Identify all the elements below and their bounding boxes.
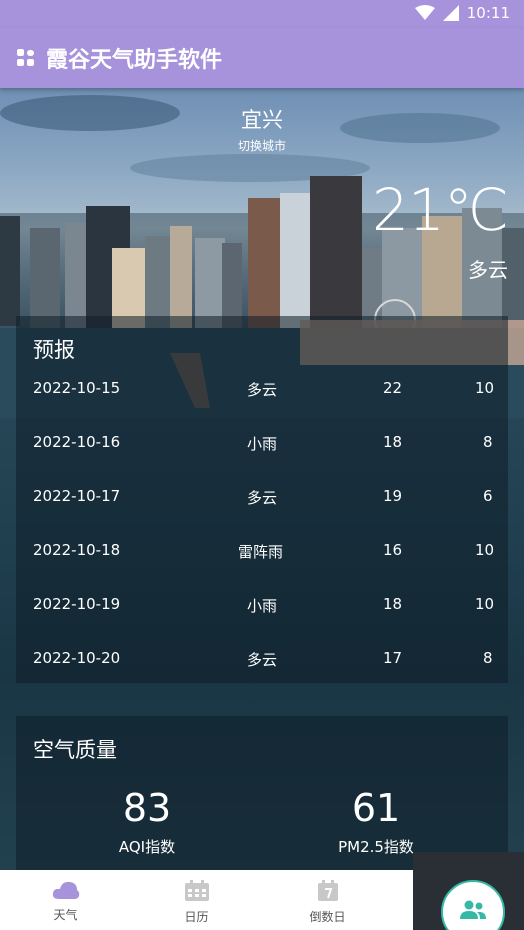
forecast-date: 2022-10-20 — [33, 649, 121, 667]
forecast-date: 2022-10-18 — [33, 541, 121, 559]
nav-label-calendar: 日历 — [184, 910, 209, 924]
forecast-high: 22 — [383, 379, 403, 397]
wifi-icon — [414, 5, 435, 20]
nav-item-countdown[interactable]: 倒数日 — [262, 870, 393, 930]
city-name: 宜兴 — [241, 108, 283, 132]
current-temperature: 21℃ — [372, 176, 509, 244]
forecast-low: 8 — [483, 433, 493, 451]
pm25-value: 61 — [351, 786, 401, 830]
forecast-low: 10 — [475, 595, 495, 613]
fab-container — [413, 852, 524, 930]
forecast-row: 2022-10-16 小雨 18 8 — [16, 433, 508, 487]
forecast-weather: 小雨 — [247, 597, 278, 615]
forecast-low: 6 — [483, 487, 493, 505]
countdown-icon — [317, 880, 338, 901]
status-bar: 10:11 — [0, 0, 524, 28]
forecast-row: 2022-10-15 多云 22 10 — [16, 379, 508, 433]
forecast-row: 2022-10-20 多云 17 8 — [16, 649, 508, 703]
forecast-high: 19 — [383, 487, 403, 505]
forecast-title: 预报 — [33, 338, 75, 362]
aqi-value: 83 — [122, 786, 172, 830]
forecast-date: 2022-10-19 — [33, 595, 121, 613]
nav-label-weather: 天气 — [53, 908, 78, 922]
forecast-row: 2022-10-19 小雨 18 10 — [16, 595, 508, 649]
app-bar: 霞谷天气助手软件 — [0, 28, 524, 88]
forecast-low: 10 — [475, 541, 495, 559]
forecast-date: 2022-10-16 — [33, 433, 121, 451]
forecast-high: 17 — [383, 649, 403, 667]
forecast-weather: 多云 — [247, 381, 278, 399]
status-icons: 10:11 — [414, 4, 510, 22]
cloud-icon — [52, 881, 79, 899]
forecast-date: 2022-10-15 — [33, 379, 121, 397]
current-condition: 多云 — [468, 258, 508, 282]
nav-item-calendar[interactable]: 日历 — [131, 870, 262, 930]
switch-city-link[interactable]: 切换城市 — [0, 137, 524, 154]
nav-label-countdown: 倒数日 — [309, 910, 346, 924]
forecast-row: 2022-10-18 雷阵雨 16 10 — [16, 541, 508, 595]
forecast-low: 8 — [483, 649, 493, 667]
forecast-low: 10 — [475, 379, 495, 397]
forecast-weather: 雷阵雨 — [238, 543, 284, 561]
status-time: 10:11 — [466, 4, 510, 22]
forecast-weather: 多云 — [247, 489, 278, 507]
calendar-icon — [184, 880, 209, 901]
forecast-high: 18 — [383, 595, 403, 613]
forecast-high: 16 — [383, 541, 403, 559]
forecast-row: 2022-10-17 多云 19 6 — [16, 487, 508, 541]
signal-icon — [442, 5, 459, 21]
people-icon — [460, 900, 486, 919]
forecast-date: 2022-10-17 — [33, 487, 121, 505]
forecast-weather: 多云 — [247, 651, 278, 669]
aqi-label: AQI指数 — [118, 838, 176, 856]
nav-item-weather[interactable]: 天气 — [0, 870, 131, 930]
app-title: 霞谷天气助手软件 — [46, 48, 223, 73]
city-header: 宜兴 切换城市 — [0, 104, 524, 154]
forecast-card: 预报 2022-10-15 多云 22 10 2022-10-16 小雨 18 … — [16, 316, 508, 683]
air-quality-title: 空气质量 — [33, 738, 117, 762]
grid-menu-icon[interactable] — [16, 48, 36, 68]
forecast-high: 18 — [383, 433, 403, 451]
people-fab-button[interactable] — [441, 880, 505, 930]
forecast-weather: 小雨 — [247, 435, 278, 453]
